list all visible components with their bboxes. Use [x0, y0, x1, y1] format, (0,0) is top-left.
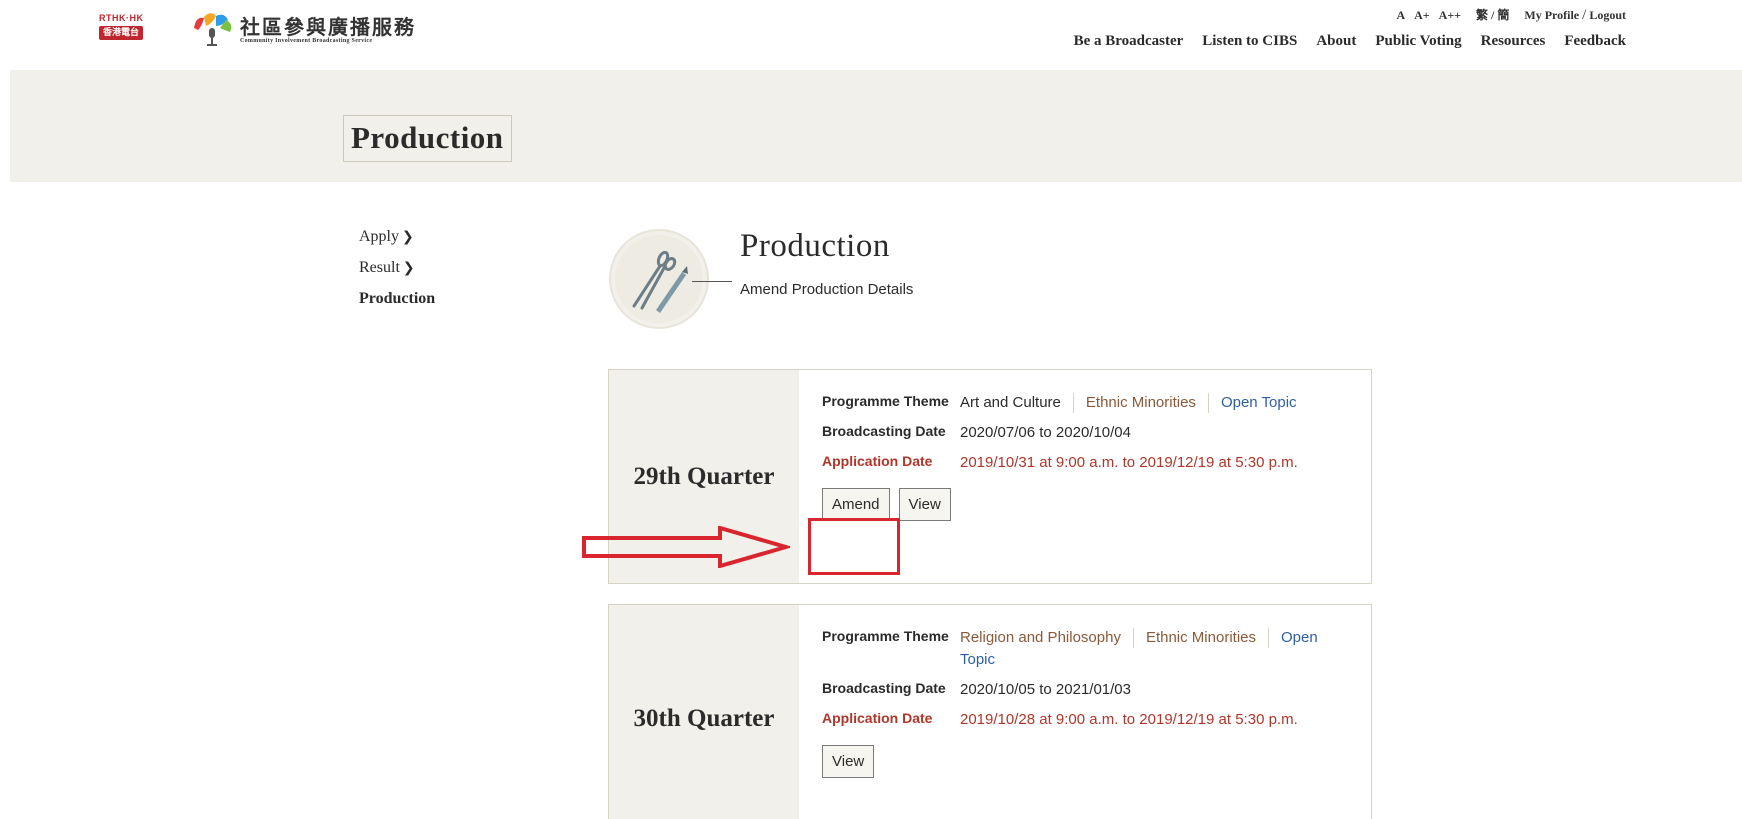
- broadcasting-date-label: Broadcasting Date: [822, 680, 946, 696]
- lang-separator: /: [1491, 8, 1495, 22]
- theme-tag: Ethnic Minorities: [1085, 394, 1196, 411]
- nav-listen-to-cibs[interactable]: Listen to CIBS: [1202, 33, 1297, 50]
- annotation-highlight-box: [808, 518, 900, 575]
- programme-theme-label: Programme Theme: [822, 393, 949, 409]
- theme-tag: Religion and Philosophy: [960, 629, 1121, 646]
- application-date-value: 2019/10/31 at 9:00 a.m. to 2019/12/19 at…: [960, 454, 1298, 471]
- sidebar: Apply ❯ Result ❯ Production: [359, 228, 435, 321]
- quarter-card-30: 30th Quarter Programme Theme Religion an…: [608, 604, 1372, 819]
- font-size-a[interactable]: A: [1396, 8, 1405, 23]
- lang-traditional[interactable]: 繁: [1476, 8, 1488, 22]
- broadcasting-date-value: 2020/10/05 to 2021/01/03: [960, 681, 1131, 698]
- nav-about[interactable]: About: [1316, 33, 1356, 50]
- nav-be-a-broadcaster[interactable]: Be a Broadcaster: [1074, 33, 1184, 50]
- theme-tag: Art and Culture: [960, 394, 1061, 411]
- font-size-a-plus-plus[interactable]: A++: [1439, 8, 1461, 23]
- section-divider: [692, 281, 732, 282]
- broadcasting-date-label: Broadcasting Date: [822, 423, 946, 439]
- page-banner: Production: [10, 70, 1742, 182]
- section-title: Production: [740, 228, 890, 264]
- rthk-logo[interactable]: RTHK·HK 香港電台: [99, 13, 151, 44]
- programme-theme-label: Programme Theme: [822, 628, 949, 644]
- cibs-logo[interactable]: 社區參與廣播服務 Community Involvement Broadcast…: [190, 10, 416, 50]
- nav-resources[interactable]: Resources: [1481, 33, 1546, 50]
- sidebar-item-label: Production: [359, 290, 436, 307]
- quarter-label: 30th Quarter: [609, 605, 799, 819]
- sidebar-item-label: Result: [359, 259, 400, 276]
- cibs-logo-cn: 社區參與廣播服務: [240, 15, 416, 39]
- chevron-right-icon: ❯: [402, 260, 415, 276]
- nav-feedback[interactable]: Feedback: [1564, 33, 1626, 50]
- broadcasting-date-value: 2020/07/06 to 2020/10/04: [960, 424, 1131, 441]
- main-nav: Be a Broadcaster Listen to CIBS About Pu…: [1074, 33, 1626, 50]
- sidebar-item-production[interactable]: Production: [359, 290, 435, 321]
- amend-button[interactable]: Amend: [822, 488, 890, 521]
- logout-link[interactable]: Logout: [1589, 8, 1626, 22]
- application-date-label: Application Date: [822, 710, 933, 726]
- sidebar-item-result[interactable]: Result ❯: [359, 259, 435, 290]
- theme-divider: [1207, 393, 1209, 414]
- nav-public-voting[interactable]: Public Voting: [1375, 33, 1461, 50]
- my-profile-link[interactable]: My Profile: [1524, 8, 1579, 22]
- theme-tag: Open Topic: [1220, 394, 1297, 411]
- annotation-arrow-icon: [582, 526, 790, 568]
- chevron-right-icon: ❯: [402, 229, 414, 245]
- profile-separator: /: [1582, 7, 1587, 23]
- cibs-logo-icon: [194, 13, 232, 46]
- scissors-pen-icon: [609, 229, 709, 329]
- application-date-value: 2019/10/28 at 9:00 a.m. to 2019/12/19 at…: [960, 711, 1298, 728]
- utility-bar: A A+ A++ 繁 / 簡 My Profile / Logout: [1396, 6, 1626, 24]
- rthk-logo-cn: 香港電台: [99, 26, 143, 40]
- sidebar-item-label: Apply: [359, 228, 399, 245]
- view-button[interactable]: View: [822, 745, 875, 778]
- theme-divider: [1072, 393, 1074, 414]
- font-size-a-plus[interactable]: A+: [1414, 8, 1430, 23]
- sidebar-item-apply[interactable]: Apply ❯: [359, 228, 435, 259]
- application-date-label: Application Date: [822, 453, 933, 469]
- theme-divider: [1268, 628, 1269, 649]
- page-title: Production: [343, 115, 512, 162]
- section-subtitle: Amend Production Details: [740, 281, 914, 298]
- rthk-logo-text: RTHK·HK: [99, 13, 144, 23]
- lang-simplified[interactable]: 簡: [1497, 8, 1509, 22]
- view-button[interactable]: View: [898, 488, 951, 521]
- theme-divider: [1132, 628, 1134, 649]
- theme-tag: Ethnic Minorities: [1145, 629, 1256, 646]
